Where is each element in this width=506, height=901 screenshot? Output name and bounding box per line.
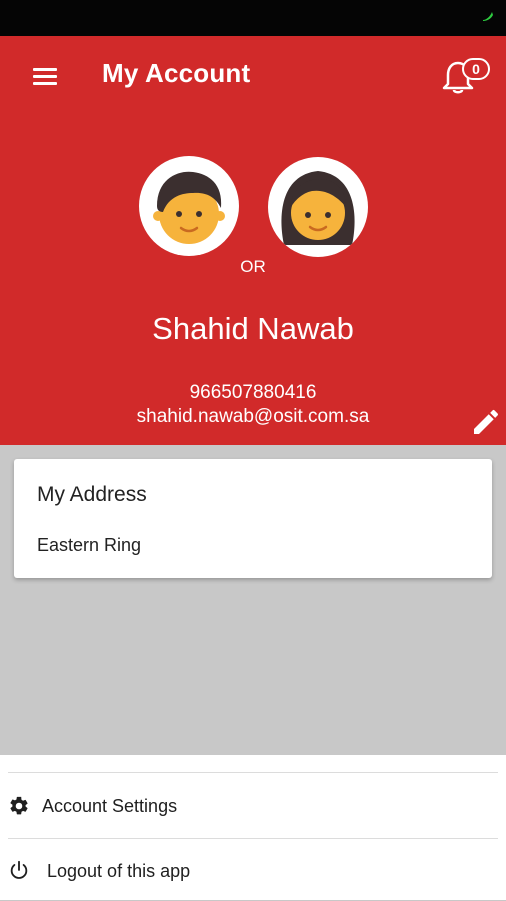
account-settings-label: Account Settings bbox=[42, 796, 178, 816]
divider bbox=[8, 838, 498, 839]
logout-label: Logout of this app bbox=[47, 861, 191, 881]
address-card-title: My Address bbox=[37, 483, 147, 506]
gear-icon bbox=[10, 796, 28, 815]
status-bar bbox=[0, 0, 506, 36]
hamburger-icon-line bbox=[33, 75, 57, 78]
power-icon bbox=[10, 860, 28, 879]
bottom-menu: Account Settings Logout of this app bbox=[0, 755, 506, 900]
pencil-icon bbox=[474, 409, 499, 434]
page-title: My Account bbox=[102, 58, 251, 88]
edit-profile-button[interactable] bbox=[470, 406, 502, 438]
female-avatar[interactable] bbox=[268, 157, 368, 257]
address-value: Eastern Ring bbox=[37, 535, 142, 555]
account-header: My Account 0 OR Shahid Nawab 96650788041… bbox=[0, 36, 506, 445]
logout-item[interactable]: Logout of this app bbox=[0, 841, 506, 901]
signal-indicator-icon bbox=[483, 12, 493, 21]
profile-email: shahid.nawab@osit.com.sa bbox=[136, 406, 370, 427]
menu-button[interactable] bbox=[31, 62, 59, 90]
or-label: OR bbox=[240, 257, 266, 276]
account-settings-item[interactable]: Account Settings bbox=[0, 776, 506, 836]
male-face-icon bbox=[153, 171, 225, 244]
male-avatar[interactable] bbox=[139, 156, 239, 256]
notification-button[interactable]: 0 bbox=[440, 54, 496, 98]
divider bbox=[8, 772, 498, 773]
hamburger-icon-line bbox=[33, 68, 57, 71]
hamburger-icon-line bbox=[33, 82, 57, 85]
notification-count-badge: 0 bbox=[462, 58, 490, 80]
profile-name: Shahid Nawab bbox=[152, 311, 354, 346]
profile-phone: 966507880416 bbox=[189, 382, 317, 403]
address-card[interactable]: My Address Eastern Ring bbox=[14, 459, 492, 578]
female-face-icon bbox=[281, 171, 355, 245]
